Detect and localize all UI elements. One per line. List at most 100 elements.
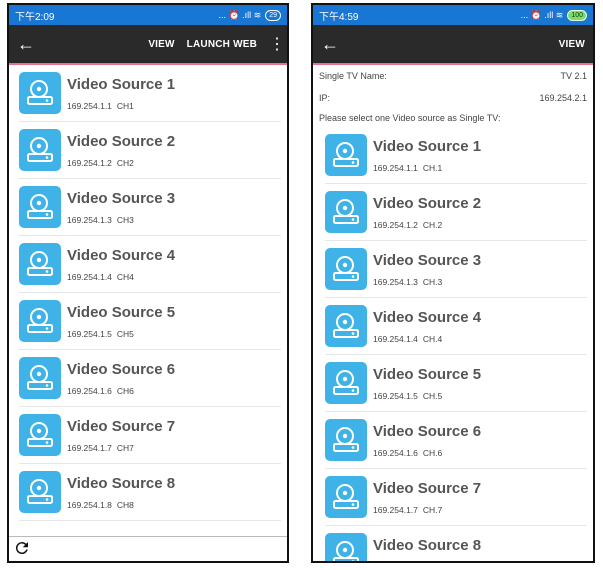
app-bar: ← VIEW LAUNCH WEB ⋮	[9, 25, 287, 63]
video-source-details: 169.254.1.6 CH.6	[373, 448, 481, 458]
video-source-ip: 169.254.1.6	[373, 448, 418, 458]
video-source-details: 169.254.1.3 CH.3	[373, 277, 481, 287]
video-source-name: Video Source 8	[373, 537, 482, 554]
video-source-details: 169.254.1.4 CH.4	[373, 334, 481, 344]
video-source-item[interactable]: Video Source 2 169.254.1.2 CH.2	[325, 184, 587, 241]
video-source-name: Video Source 5	[373, 366, 482, 383]
status-bar: 下午2:09 ... ⏰ .ıll ≋ 29	[9, 5, 287, 25]
video-source-ip: 169.254.1.5	[373, 391, 418, 401]
ip-value: 169.254.2.1	[539, 93, 587, 103]
view-button[interactable]: VIEW	[559, 39, 585, 50]
video-source-icon	[325, 419, 367, 461]
tv-name-label: Single TV Name:	[319, 71, 387, 81]
video-source-texts: Video Source 6 169.254.1.6 CH.6	[373, 419, 481, 458]
video-source-texts: Video Source 4 169.254.1.4 CH4	[67, 243, 175, 282]
video-source-details: 169.254.1.7 CH.7	[373, 505, 481, 515]
video-source-item[interactable]: Video Source 5 169.254.1.5 CH.5	[325, 355, 587, 412]
video-source-channel: CH5	[116, 329, 134, 339]
video-source-item[interactable]: Video Source 1 169.254.1.1 CH.1	[325, 127, 587, 184]
video-source-name: Video Source 3	[67, 190, 176, 207]
ip-row: IP: 169.254.2.1	[313, 87, 593, 109]
select-prompt: Please select one Video source as Single…	[319, 113, 501, 123]
back-arrow-icon[interactable]: ←	[17, 34, 45, 55]
video-source-texts: Video Source 1 169.254.1.1 CH1	[67, 72, 175, 111]
video-source-details	[373, 562, 481, 563]
video-source-icon	[19, 243, 61, 285]
video-source-ip: 169.254.1.1	[373, 163, 418, 173]
video-source-name: Video Source 5	[67, 304, 176, 321]
video-source-channel: CH.1	[422, 163, 443, 173]
video-source-details: 169.254.1.7 CH7	[67, 443, 175, 453]
video-source-ip: 169.254.1.8	[67, 500, 112, 510]
video-source-channel: CH6	[116, 386, 134, 396]
video-source-details: 169.254.1.5 CH5	[67, 329, 175, 339]
video-source-item[interactable]: Video Source 4 169.254.1.4 CH4	[19, 236, 281, 293]
video-source-item[interactable]: Video Source 7 169.254.1.7 CH7	[19, 407, 281, 464]
phone-screen-source-list: 下午2:09 ... ⏰ .ıll ≋ 29 ← VIEW LAUNCH WEB…	[7, 3, 289, 563]
more-vert-icon[interactable]: ⋮	[269, 34, 285, 54]
video-source-ip: 169.254.1.1	[67, 101, 112, 111]
video-source-channel: CH.3	[422, 277, 443, 287]
view-button[interactable]: VIEW	[148, 39, 174, 50]
video-source-ip: 169.254.1.7	[67, 443, 112, 453]
video-source-icon	[19, 414, 61, 456]
video-source-item[interactable]: Video Source 4 169.254.1.4 CH.4	[325, 298, 587, 355]
video-source-icon	[19, 471, 61, 513]
video-source-icon	[19, 129, 61, 171]
video-source-item[interactable]: Video Source 3 169.254.1.3 CH3	[19, 179, 281, 236]
video-source-details: 169.254.1.4 CH4	[67, 272, 175, 282]
video-source-list: Video Source 1 169.254.1.1 CH1 Video Source…	[9, 65, 287, 521]
video-source-texts: Video Source 6 169.254.1.6 CH6	[67, 357, 175, 396]
video-source-name: Video Source 4	[373, 309, 482, 326]
video-source-list: Video Source 1 169.254.1.1 CH.1 Video Sourc…	[313, 127, 593, 563]
video-source-item[interactable]: Video Source 8	[325, 526, 587, 563]
video-source-channel: CH3	[116, 215, 134, 225]
video-source-item[interactable]: Video Source 8 169.254.1.8 CH8	[19, 464, 281, 521]
video-source-name: Video Source 4	[67, 247, 176, 264]
video-source-icon	[325, 533, 367, 561]
video-source-item[interactable]: Video Source 6 169.254.1.6 CH.6	[325, 412, 587, 469]
video-source-item[interactable]: Video Source 7 169.254.1.7 CH.7	[325, 469, 587, 526]
video-source-ip: 169.254.1.3	[67, 215, 112, 225]
video-source-details: 169.254.1.8 CH8	[67, 500, 175, 510]
video-source-item[interactable]: Video Source 6 169.254.1.6 CH6	[19, 350, 281, 407]
video-source-ip: 169.254.1.6	[67, 386, 112, 396]
video-source-name: Video Source 7	[67, 418, 176, 435]
tv-name-value: TV 2.1	[560, 71, 587, 81]
video-source-name: Video Source 7	[373, 480, 482, 497]
video-source-channel: CH.5	[422, 391, 443, 401]
video-source-item[interactable]: Video Source 3 169.254.1.3 CH.3	[325, 241, 587, 298]
video-source-name: Video Source 1	[373, 138, 482, 155]
video-source-texts: Video Source 3 169.254.1.3 CH.3	[373, 248, 481, 287]
video-source-name: Video Source 2	[67, 133, 176, 150]
status-icons: ... ⏰ .ıll ≋ 29	[218, 9, 281, 21]
video-source-icon	[325, 134, 367, 176]
signal-icons: ... ⏰ .ıll ≋	[218, 9, 262, 20]
video-source-name: Video Source 6	[67, 361, 176, 378]
video-source-details: 169.254.1.2 CH2	[67, 158, 175, 168]
video-source-texts: Video Source 2 169.254.1.2 CH.2	[373, 191, 481, 230]
status-time: 下午2:09	[15, 11, 55, 23]
video-source-icon	[325, 476, 367, 518]
launch-web-button[interactable]: LAUNCH WEB	[187, 39, 257, 50]
video-source-item[interactable]: Video Source 1 169.254.1.1 CH1	[19, 65, 281, 122]
video-source-ip: 169.254.1.4	[67, 272, 112, 282]
video-source-texts: Video Source 8	[373, 533, 482, 563]
back-arrow-icon[interactable]: ←	[321, 34, 349, 55]
video-source-icon	[19, 186, 61, 228]
video-source-channel: CH1	[116, 101, 134, 111]
video-source-name: Video Source 8	[67, 475, 176, 492]
video-source-texts: Video Source 7 169.254.1.7 CH7	[67, 414, 175, 453]
signal-icons: ... ⏰ .ıll ≋	[520, 9, 564, 20]
video-source-item[interactable]: Video Source 5 169.254.1.5 CH5	[19, 293, 281, 350]
video-source-details: 169.254.1.3 CH3	[67, 215, 175, 225]
refresh-icon[interactable]	[13, 539, 31, 561]
video-source-texts: Video Source 8 169.254.1.8 CH8	[67, 471, 175, 510]
status-bar: 下午4:59 ... ⏰ .ıll ≋ 100	[313, 5, 593, 25]
app-bar: ← VIEW	[313, 25, 593, 63]
video-source-item[interactable]: Video Source 2 169.254.1.2 CH2	[19, 122, 281, 179]
video-source-channel: CH.6	[422, 448, 443, 458]
video-source-ip: 169.254.1.7	[373, 505, 418, 515]
bottom-toolbar	[9, 536, 287, 561]
video-source-texts: Video Source 2 169.254.1.2 CH2	[67, 129, 175, 168]
